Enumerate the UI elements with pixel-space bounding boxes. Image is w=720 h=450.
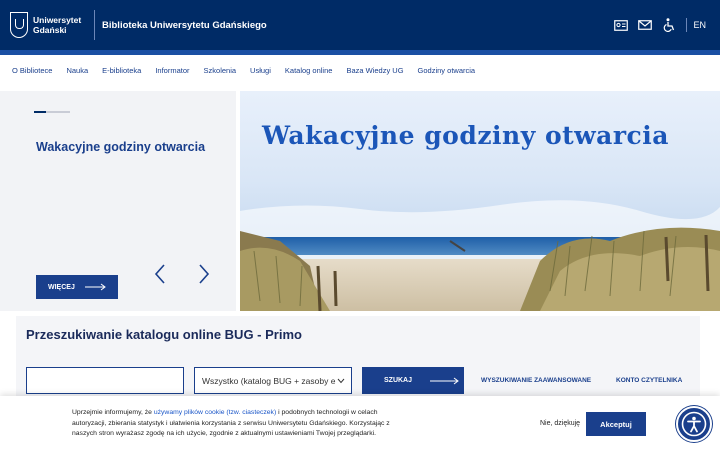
arrow-right-icon <box>84 283 106 291</box>
more-button[interactable]: WIĘCEJ <box>36 275 118 299</box>
logo-line-2: Gdański <box>33 25 67 35</box>
cookie-text-before: Uprzejmie informujemy, że <box>72 409 154 416</box>
header-divider <box>686 18 688 32</box>
reader-account-link[interactable]: KONTO CZYTELNIKA <box>616 377 682 384</box>
logo-text: Uniwersytet Gdański <box>33 15 89 35</box>
accessibility-button[interactable] <box>676 406 712 442</box>
card-icon[interactable] <box>610 0 632 50</box>
search-button[interactable]: SZUKAJ <box>362 367 464 394</box>
search-scope-value: Wszystko (katalog BUG + zasoby e <box>202 375 336 386</box>
nav-item-informator[interactable]: Informator <box>155 66 189 75</box>
chevron-down-icon <box>337 378 345 384</box>
hero-image-title: Wakacyjne godziny otwarcia <box>262 121 669 150</box>
cookie-banner: Uprzejmie informujemy, że używamy plików… <box>0 396 720 450</box>
wheelchair-icon[interactable] <box>658 0 680 50</box>
university-logo[interactable]: Uniwersytet Gdański <box>10 7 89 43</box>
nav-item-nauka[interactable]: Nauka <box>66 66 88 75</box>
hero-panel: Wakacyjne godziny otwarcia WIĘCEJ <box>0 91 236 311</box>
university-crest-icon <box>10 12 28 38</box>
accept-cookies-button[interactable]: Akceptuj <box>586 412 646 436</box>
nav-item-e-biblioteka[interactable]: E-biblioteka <box>102 66 141 75</box>
search-title: Przeszukiwanie katalogu online BUG - Pri… <box>26 327 302 342</box>
chevron-right-icon[interactable] <box>196 263 212 285</box>
logo-line-1: Uniwersytet <box>33 15 82 25</box>
nav-item-uslugi[interactable]: Usługi <box>250 66 271 75</box>
search-input[interactable] <box>26 367 184 394</box>
site-title[interactable]: Biblioteka Uniwersytetu Gdańskiego <box>102 20 267 31</box>
accessibility-icon <box>681 411 707 437</box>
nav-item-godziny-otwarcia[interactable]: Godziny otwarcia <box>418 66 476 75</box>
cookie-text: Uprzejmie informujemy, że używamy plików… <box>72 408 412 440</box>
main-nav: O Bibliotece Nauka E-biblioteka Informat… <box>0 55 720 85</box>
nav-item-o-bibliotece[interactable]: O Bibliotece <box>12 66 52 75</box>
nav-item-szkolenia[interactable]: Szkolenia <box>204 66 237 75</box>
search-scope-select[interactable]: Wszystko (katalog BUG + zasoby e <box>194 367 352 394</box>
more-button-label: WIĘCEJ <box>48 283 75 291</box>
nav-item-baza-wiedzy[interactable]: Baza Wiedzy UG <box>346 66 403 75</box>
hero-image[interactable]: Wakacyjne godziny otwarcia <box>240 91 720 311</box>
search-button-label: SZUKAJ <box>384 377 413 384</box>
mail-icon[interactable] <box>634 0 656 50</box>
language-switch[interactable]: EN <box>693 20 706 30</box>
site-header: Uniwersytet Gdański Biblioteka Uniwersyt… <box>0 0 720 50</box>
nav-item-katalog-online[interactable]: Katalog online <box>285 66 333 75</box>
logo-divider <box>94 10 95 40</box>
decline-cookies-button[interactable]: Nie, dziękuję <box>540 420 580 427</box>
chevron-left-icon[interactable] <box>152 263 168 285</box>
arrow-right-icon <box>430 377 459 384</box>
advanced-search-link[interactable]: WYSZUKIWANIE ZAAWANSOWANE <box>481 377 591 384</box>
cookie-policy-link[interactable]: używamy plików cookie (tzw. ciasteczek) <box>154 409 276 416</box>
header-tools: EN <box>610 0 720 50</box>
hero-title[interactable]: Wakacyjne godziny otwarcia <box>36 140 205 154</box>
slide-progress <box>34 111 70 113</box>
